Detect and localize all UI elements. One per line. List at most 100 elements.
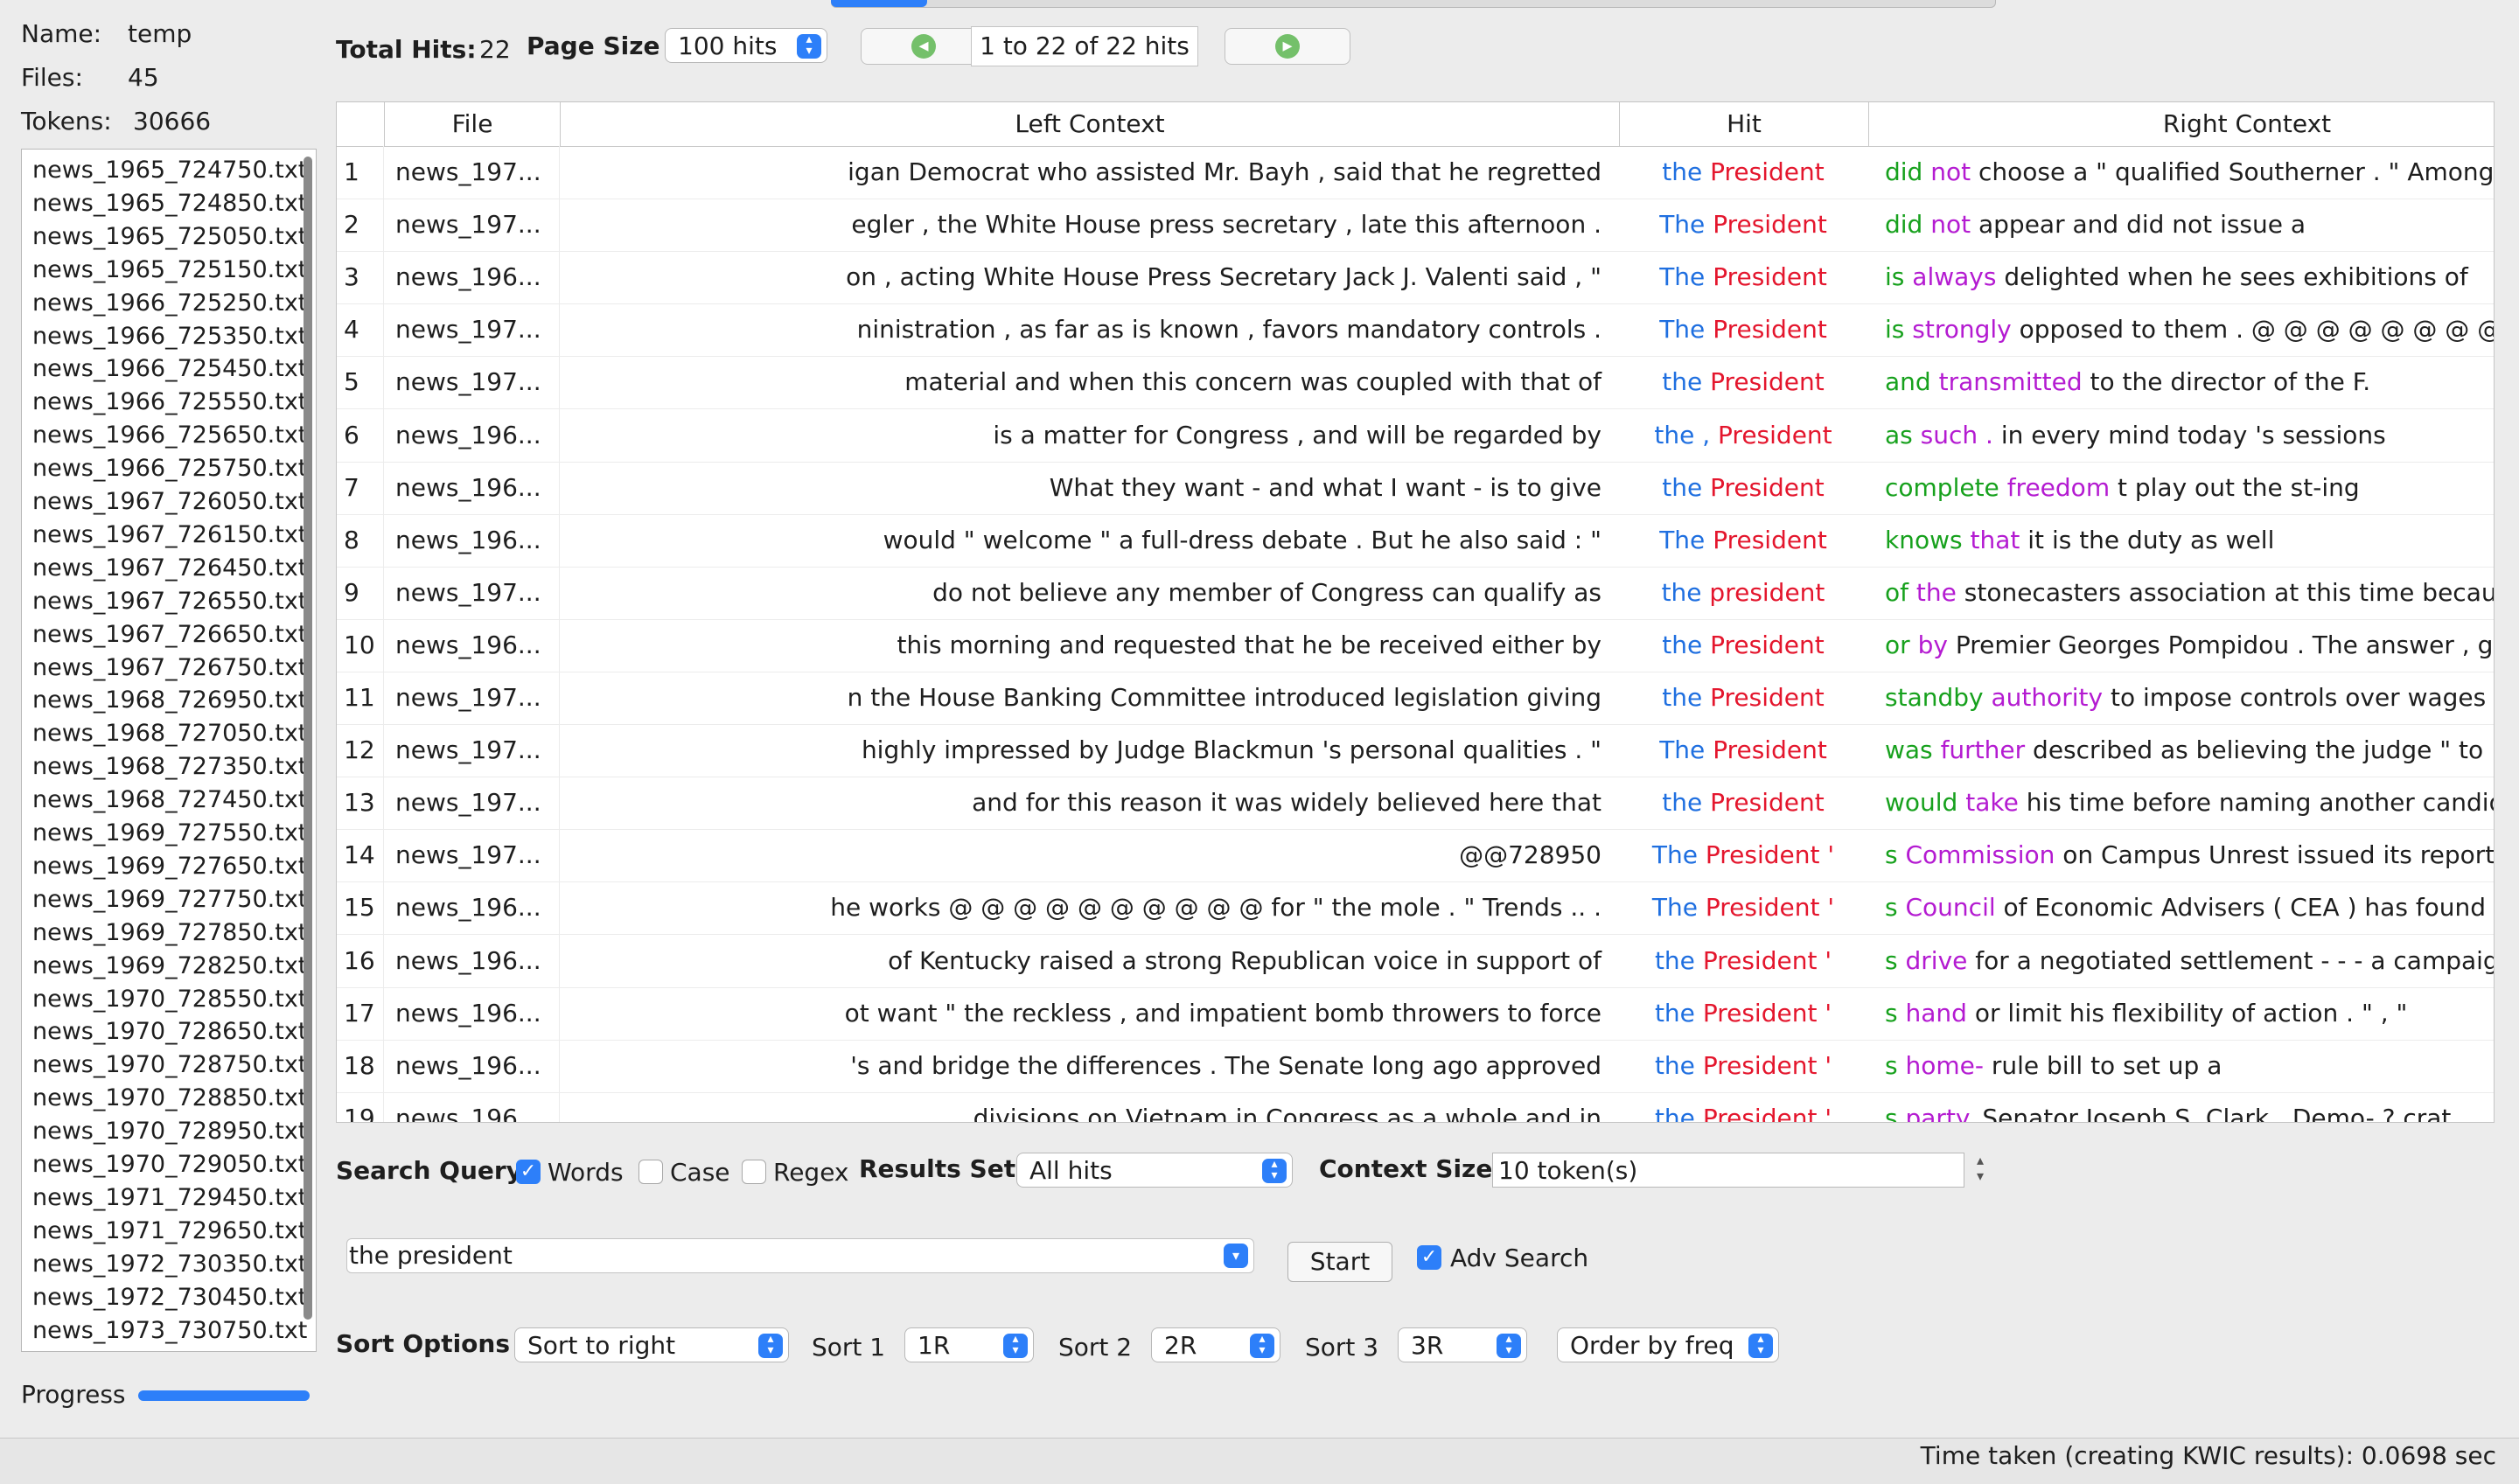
file-list-item[interactable]: news_1970_728750.txt <box>32 1049 307 1081</box>
table-row[interactable]: 10 news_196... this morning and requested … <box>337 618 2494 672</box>
row-file: news_196... <box>385 251 560 304</box>
words-checkbox[interactable]: ✓ <box>516 1160 541 1184</box>
file-list-item[interactable]: news_1969_727650.txt <box>32 851 307 882</box>
table-row[interactable]: 13 news_197... and for this reason it was … <box>337 777 2494 831</box>
search-query-input[interactable]: the president ▾ <box>346 1238 1254 1273</box>
table-row[interactable]: 11 news_197... n the House Banking Committ… <box>337 672 2494 725</box>
table-row[interactable]: 19 news_196... divisions on Vietnam in Con… <box>337 1091 2494 1122</box>
file-list-item[interactable]: news_1970_728550.txt <box>32 984 307 1015</box>
file-list-item[interactable]: news_1972_730450.txt <box>32 1282 307 1313</box>
adv-search-checkbox[interactable]: ✓ <box>1417 1245 1441 1270</box>
file-list-item[interactable]: news_1968_727450.txt <box>32 784 307 816</box>
table-row[interactable]: 8 news_196... would " welcome " a full-dre… <box>337 513 2494 568</box>
file-list-item[interactable]: news_1968_726950.txt <box>32 685 307 716</box>
right-rest: his time before naming another candidate <box>2026 788 2494 818</box>
file-list-item[interactable]: news_1966_725250.txt <box>32 288 307 319</box>
file-list-item[interactable]: news_1965_724750.txt <box>32 155 307 186</box>
table-row[interactable]: 6 news_196... is a matter for Congress , a… <box>337 408 2494 463</box>
file-list[interactable]: news_1965_724750.txt news_1965_724850.txt… <box>21 149 317 1352</box>
results-set-select[interactable]: All hits ▴ ▾ <box>1016 1153 1293 1188</box>
right-word-1: standby <box>1885 683 1984 712</box>
sort3-select[interactable]: 3R ▴ ▾ <box>1398 1327 1527 1362</box>
file-list-item[interactable]: news_1969_727850.txt <box>32 917 307 949</box>
table-row[interactable]: 16 news_196... of Kentucky raised a strong… <box>337 934 2494 988</box>
col-row-number[interactable] <box>337 102 385 146</box>
row-hit: the President <box>1619 777 1867 829</box>
table-row[interactable]: 7 news_196... What they want - and what I … <box>337 461 2494 515</box>
context-size-input[interactable]: 10 token(s) <box>1492 1153 1964 1188</box>
case-checkbox[interactable] <box>638 1160 663 1184</box>
col-hit[interactable]: Hit <box>1620 102 1869 146</box>
file-list-item[interactable]: news_1967_726550.txt <box>32 586 307 617</box>
file-list-item[interactable]: news_1967_726750.txt <box>32 652 307 684</box>
row-right-context: knows that it is the duty as well <box>1885 514 2494 567</box>
file-list-item[interactable]: news_1969_727750.txt <box>32 884 307 916</box>
context-size-stepper[interactable]: ▴ ▾ <box>1971 1153 1989 1188</box>
start-button[interactable]: Start <box>1287 1242 1392 1282</box>
file-list-item[interactable]: news_1970_728650.txt <box>32 1016 307 1048</box>
file-list-item[interactable]: news_1972_730350.txt <box>32 1249 307 1280</box>
chevron-down-icon[interactable]: ▾ <box>1224 1244 1248 1268</box>
file-list-item[interactable]: news_1968_727350.txt <box>32 751 307 783</box>
right-word-1: and <box>1885 367 1931 397</box>
file-list-item[interactable]: news_1971_729650.txt <box>32 1216 307 1247</box>
file-list-item[interactable]: news_1967_726450.txt <box>32 553 307 584</box>
row-file: news_196... <box>385 986 560 1040</box>
col-file[interactable]: File <box>385 102 561 146</box>
file-list-item[interactable]: news_1971_729450.txt <box>32 1182 307 1214</box>
table-row[interactable]: 5 news_197... material and when this conce… <box>337 356 2494 410</box>
row-left-context: and for this reason it was widely believ… <box>561 777 1619 829</box>
page-size-select[interactable]: 100 hits ▴ ▾ <box>665 28 827 63</box>
file-list-item[interactable]: news_1965_725150.txt <box>32 254 307 286</box>
file-list-item[interactable]: news_1966_725350.txt <box>32 321 307 352</box>
table-row[interactable]: 15 news_196... he works @ @ @ @ @ @ @ @ @ … <box>337 881 2494 936</box>
row-number: 8 <box>337 513 384 567</box>
file-list-item[interactable]: news_1969_727550.txt <box>32 818 307 849</box>
file-list-item[interactable]: news_1966_725550.txt <box>32 387 307 418</box>
hit-article: the <box>1662 472 1703 502</box>
file-list-item[interactable]: news_1966_725450.txt <box>32 353 307 385</box>
file-list-item[interactable]: news_1967_726150.txt <box>32 519 307 551</box>
row-left-text: is a matter for Congress , and will be r… <box>993 420 1601 449</box>
file-list-item[interactable]: news_1965_725050.txt <box>32 221 307 253</box>
row-left-context: What they want - and what I want - is to… <box>561 462 1619 514</box>
col-left-context[interactable]: Left Context <box>561 102 1620 146</box>
prev-page-button[interactable]: ◂ <box>861 28 987 65</box>
file-list-scrollbar[interactable] <box>304 157 312 1320</box>
hit-node: President <box>1713 210 1827 240</box>
corpus-files-value: 45 <box>128 63 159 92</box>
file-list-item[interactable]: news_1967_726650.txt <box>32 619 307 651</box>
file-list-item[interactable]: news_1970_729050.txt <box>32 1149 307 1181</box>
file-list-item[interactable]: news_1970_728950.txt <box>32 1116 307 1147</box>
arrow-left-icon: ◂ <box>911 34 936 59</box>
regex-checkbox[interactable] <box>742 1160 766 1184</box>
row-right-context: was further described as believing the j… <box>1885 724 2494 777</box>
order-select[interactable]: Order by freq ▴ ▾ <box>1557 1327 1779 1362</box>
kwic-table[interactable]: File Left Context Hit Right Context 1 new… <box>336 101 2495 1123</box>
sort1-select[interactable]: 1R ▴ ▾ <box>904 1327 1034 1362</box>
table-row[interactable]: 3 news_196... on , acting White House Pres… <box>337 251 2494 305</box>
table-row[interactable]: 2 news_197... egler , the White House pres… <box>337 199 2494 253</box>
col-right-context[interactable]: Right Context <box>1869 102 2494 146</box>
table-row[interactable]: 1 news_197... igan Democrat who assisted M… <box>337 146 2494 199</box>
table-row[interactable]: 17 news_196... ot want " the reckless , an… <box>337 986 2494 1041</box>
file-list-item[interactable]: news_1967_726050.txt <box>32 486 307 518</box>
table-row[interactable]: 18 news_196... 's and bridge the differenc… <box>337 1039 2494 1093</box>
table-row[interactable]: 12 news_197... highly impressed by Judge B… <box>337 724 2494 778</box>
table-row[interactable]: 4 news_197... ninistration , as far as is … <box>337 303 2494 358</box>
top-tab-active[interactable] <box>831 0 927 7</box>
sort-mode-select[interactable]: Sort to right ▴ ▾ <box>514 1327 789 1362</box>
table-row[interactable]: 14 news_197... @@728950 The President ' s Co… <box>337 829 2494 883</box>
table-row[interactable]: 9 news_197... do not believe any member of… <box>337 566 2494 620</box>
file-list-item[interactable]: news_1966_725650.txt <box>32 420 307 451</box>
top-tab-strip[interactable] <box>831 0 1996 8</box>
file-list-item[interactable]: news_1968_727050.txt <box>32 718 307 749</box>
file-list-item[interactable]: news_1973_730750.txt <box>32 1315 307 1347</box>
sort2-select[interactable]: 2R ▴ ▾ <box>1151 1327 1280 1362</box>
file-list-item[interactable]: news_1969_728250.txt <box>32 951 307 982</box>
next-page-button[interactable]: ▸ <box>1225 28 1350 65</box>
file-list-item[interactable]: news_1965_724850.txt <box>32 188 307 219</box>
row-right-context: as such . in every mind today 's session… <box>1885 409 2494 462</box>
file-list-item[interactable]: news_1970_728850.txt <box>32 1083 307 1114</box>
file-list-item[interactable]: news_1966_725750.txt <box>32 453 307 484</box>
